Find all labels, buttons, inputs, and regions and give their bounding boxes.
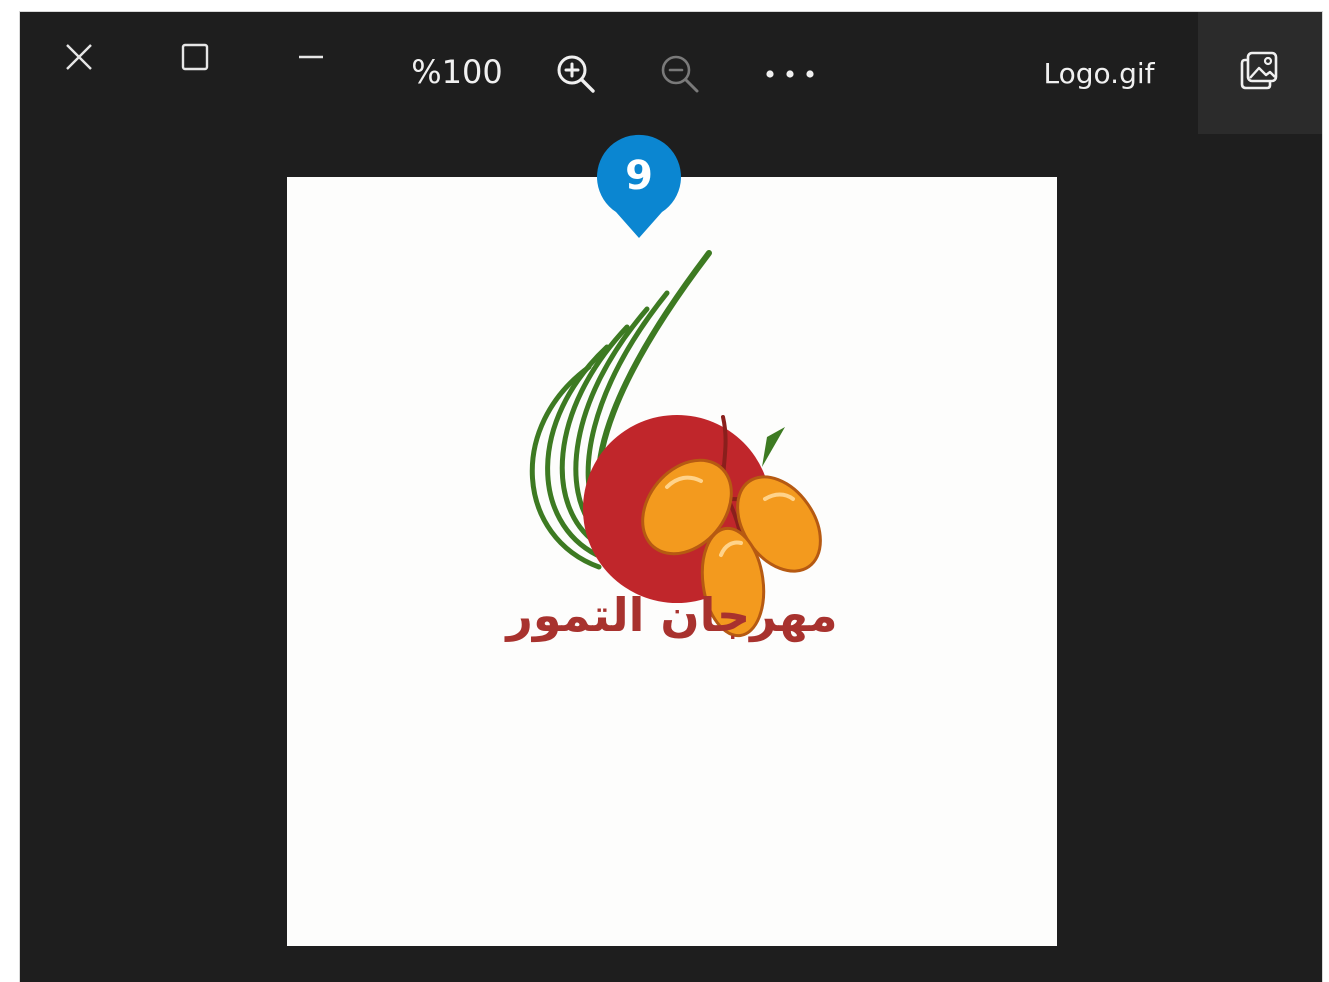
zoom-out-icon <box>659 53 701 95</box>
image-canvas: مهرجان التمور <box>287 177 1057 946</box>
maximize-button[interactable] <box>172 34 218 80</box>
minimize-button[interactable] <box>288 34 334 80</box>
callout-number: 9 <box>625 153 653 199</box>
zoom-in-icon <box>555 53 597 95</box>
maximize-icon <box>181 43 209 71</box>
viewer-toolbar: %100 Logo.gif <box>20 12 1322 134</box>
logo-text: مهرجان التمور <box>506 588 838 642</box>
minimize-icon <box>297 43 325 71</box>
more-options-icon <box>764 68 816 80</box>
image-gallery-button[interactable] <box>1198 12 1322 134</box>
callout-marker: 9 <box>592 130 686 242</box>
close-button[interactable] <box>56 34 102 80</box>
zoom-in-button[interactable] <box>552 50 600 98</box>
close-icon <box>64 42 94 72</box>
photo-viewer-window: %100 Logo.gif مهرجان التمور 9 <box>20 12 1322 982</box>
zoom-level[interactable]: %100 <box>405 50 509 94</box>
more-options-button[interactable] <box>760 54 820 94</box>
image-gallery-icon <box>1239 50 1281 96</box>
zoom-out-button[interactable] <box>656 50 704 98</box>
file-name: Logo.gif <box>1043 57 1155 90</box>
